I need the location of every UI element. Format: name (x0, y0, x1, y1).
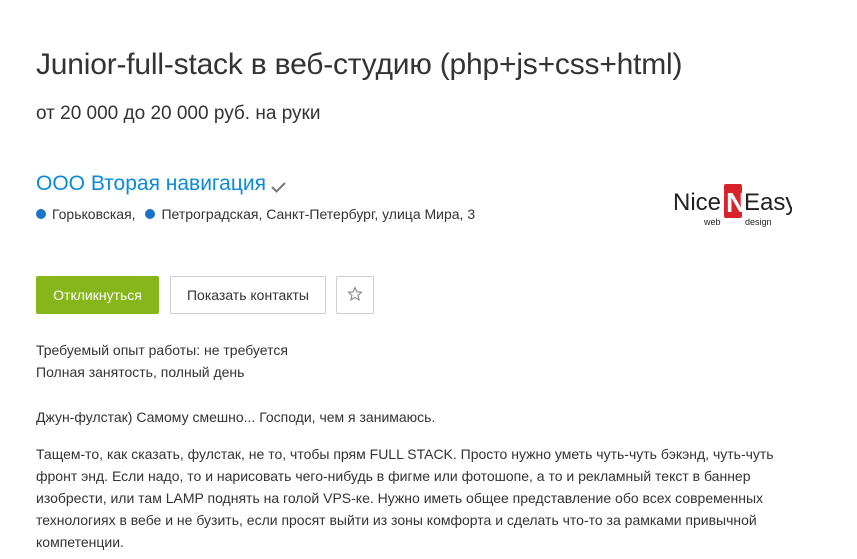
address-text: Санкт-Петербург, улица Мира, 3 (266, 206, 476, 222)
logo-subtext: design (745, 217, 772, 227)
metro-station: Петроградская (161, 206, 259, 222)
metro-icon (36, 209, 46, 219)
logo-text: Nice (673, 189, 721, 216)
description-paragraph: Тащем-то, как сказать, фулстак, не то, ч… (36, 446, 774, 550)
logo-subtext: web (703, 217, 721, 227)
description-paragraph: Джун-фулстак) Самому смешно... Господи, … (36, 409, 436, 425)
verified-check-icon (270, 180, 287, 194)
favorite-button[interactable] (336, 276, 374, 314)
metro-icon (145, 209, 156, 219)
vacancy-title: Junior-full-stack в веб-студию (php+js+c… (36, 48, 683, 81)
salary: от 20 000 до 20 000 руб. на руки (36, 103, 321, 124)
logo-n-mark: N (724, 184, 746, 218)
metro-station: Горьковская (52, 206, 132, 222)
respond-button[interactable]: Откликнуться (36, 276, 159, 314)
show-contacts-button[interactable]: Показать контакты (170, 276, 326, 314)
employment-text: Полная занятость, полный день (36, 364, 245, 380)
company-row: ООО Вторая навигация (36, 172, 287, 196)
vacancy-conditions: Требуемый опыт работы: не требуется Полн… (36, 339, 288, 383)
star-icon (347, 285, 363, 305)
company-name-link[interactable]: ООО Вторая навигация (36, 172, 266, 196)
experience-text: Требуемый опыт работы: не требуется (36, 342, 288, 358)
logo-text: Easy (744, 189, 792, 216)
company-address: Горьковская , Петроградская , Санкт-Пете… (36, 206, 475, 222)
action-buttons: Откликнуться Показать контакты (36, 276, 374, 314)
company-logo[interactable]: Nice N Easy web design (672, 170, 797, 230)
